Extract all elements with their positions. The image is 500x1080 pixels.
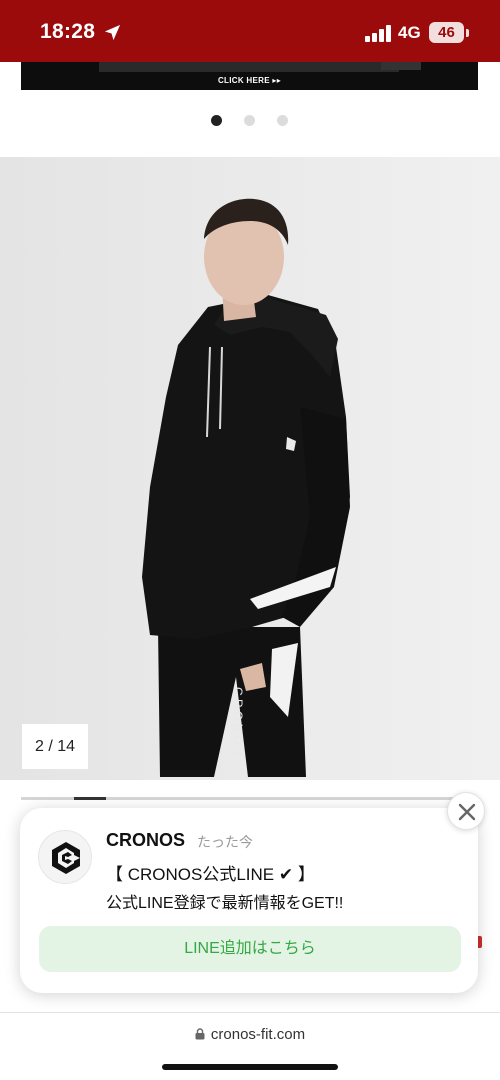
banner-photo-strip <box>99 62 399 72</box>
close-icon <box>458 803 476 821</box>
notification-body: 公式LINE登録で最新情報をGET!! <box>106 895 344 912</box>
status-time: 18:28 <box>40 20 96 43</box>
close-notification-button[interactable] <box>447 792 485 830</box>
url-text: cronos-fit.com <box>210 1026 306 1043</box>
line-add-button[interactable]: LINE追加はこちら <box>39 926 461 972</box>
home-indicator[interactable] <box>162 1064 338 1070</box>
carousel-dots <box>211 115 291 127</box>
notification-title: 【 CRONOS公式LINE ✔ 】 <box>106 865 315 884</box>
carousel-dot-3[interactable] <box>277 115 288 126</box>
lock-icon <box>195 1028 205 1040</box>
banner-click-here-link[interactable]: CLICK HERE ▸▸ <box>21 76 478 85</box>
signal-bars-icon <box>365 25 391 42</box>
model-hoodie-illustration: C R O N O S <box>0 157 500 780</box>
notification-time: たった今 <box>197 834 253 850</box>
battery-nub <box>466 29 469 37</box>
cronos-logo-icon <box>38 830 92 884</box>
banner-photo-strip <box>381 62 421 70</box>
battery-icon: 46 <box>429 22 464 43</box>
promo-banner[interactable]: CLICK HERE ▸▸ <box>21 62 478 90</box>
carousel-dot-2[interactable] <box>244 115 255 126</box>
image-counter: 2 / 14 <box>22 724 88 769</box>
line-notification-card[interactable]: CRONOS たった今 【 CRONOS公式LINE ✔ 】 公式LINE登録で… <box>20 808 478 993</box>
location-arrow-icon <box>104 24 121 41</box>
notification-sender: CRONOS <box>106 830 186 850</box>
network-label: 4G <box>398 23 421 42</box>
browser-url-bar[interactable]: cronos-fit.com <box>0 1026 500 1050</box>
status-bar: 18:28 4G 46 <box>0 0 500 62</box>
svg-text:C R O N O S: C R O N O S <box>231 687 245 756</box>
product-image[interactable]: C R O N O S <box>0 157 500 780</box>
gallery-progress-fill <box>74 797 106 800</box>
carousel-dot-1[interactable] <box>211 115 222 126</box>
